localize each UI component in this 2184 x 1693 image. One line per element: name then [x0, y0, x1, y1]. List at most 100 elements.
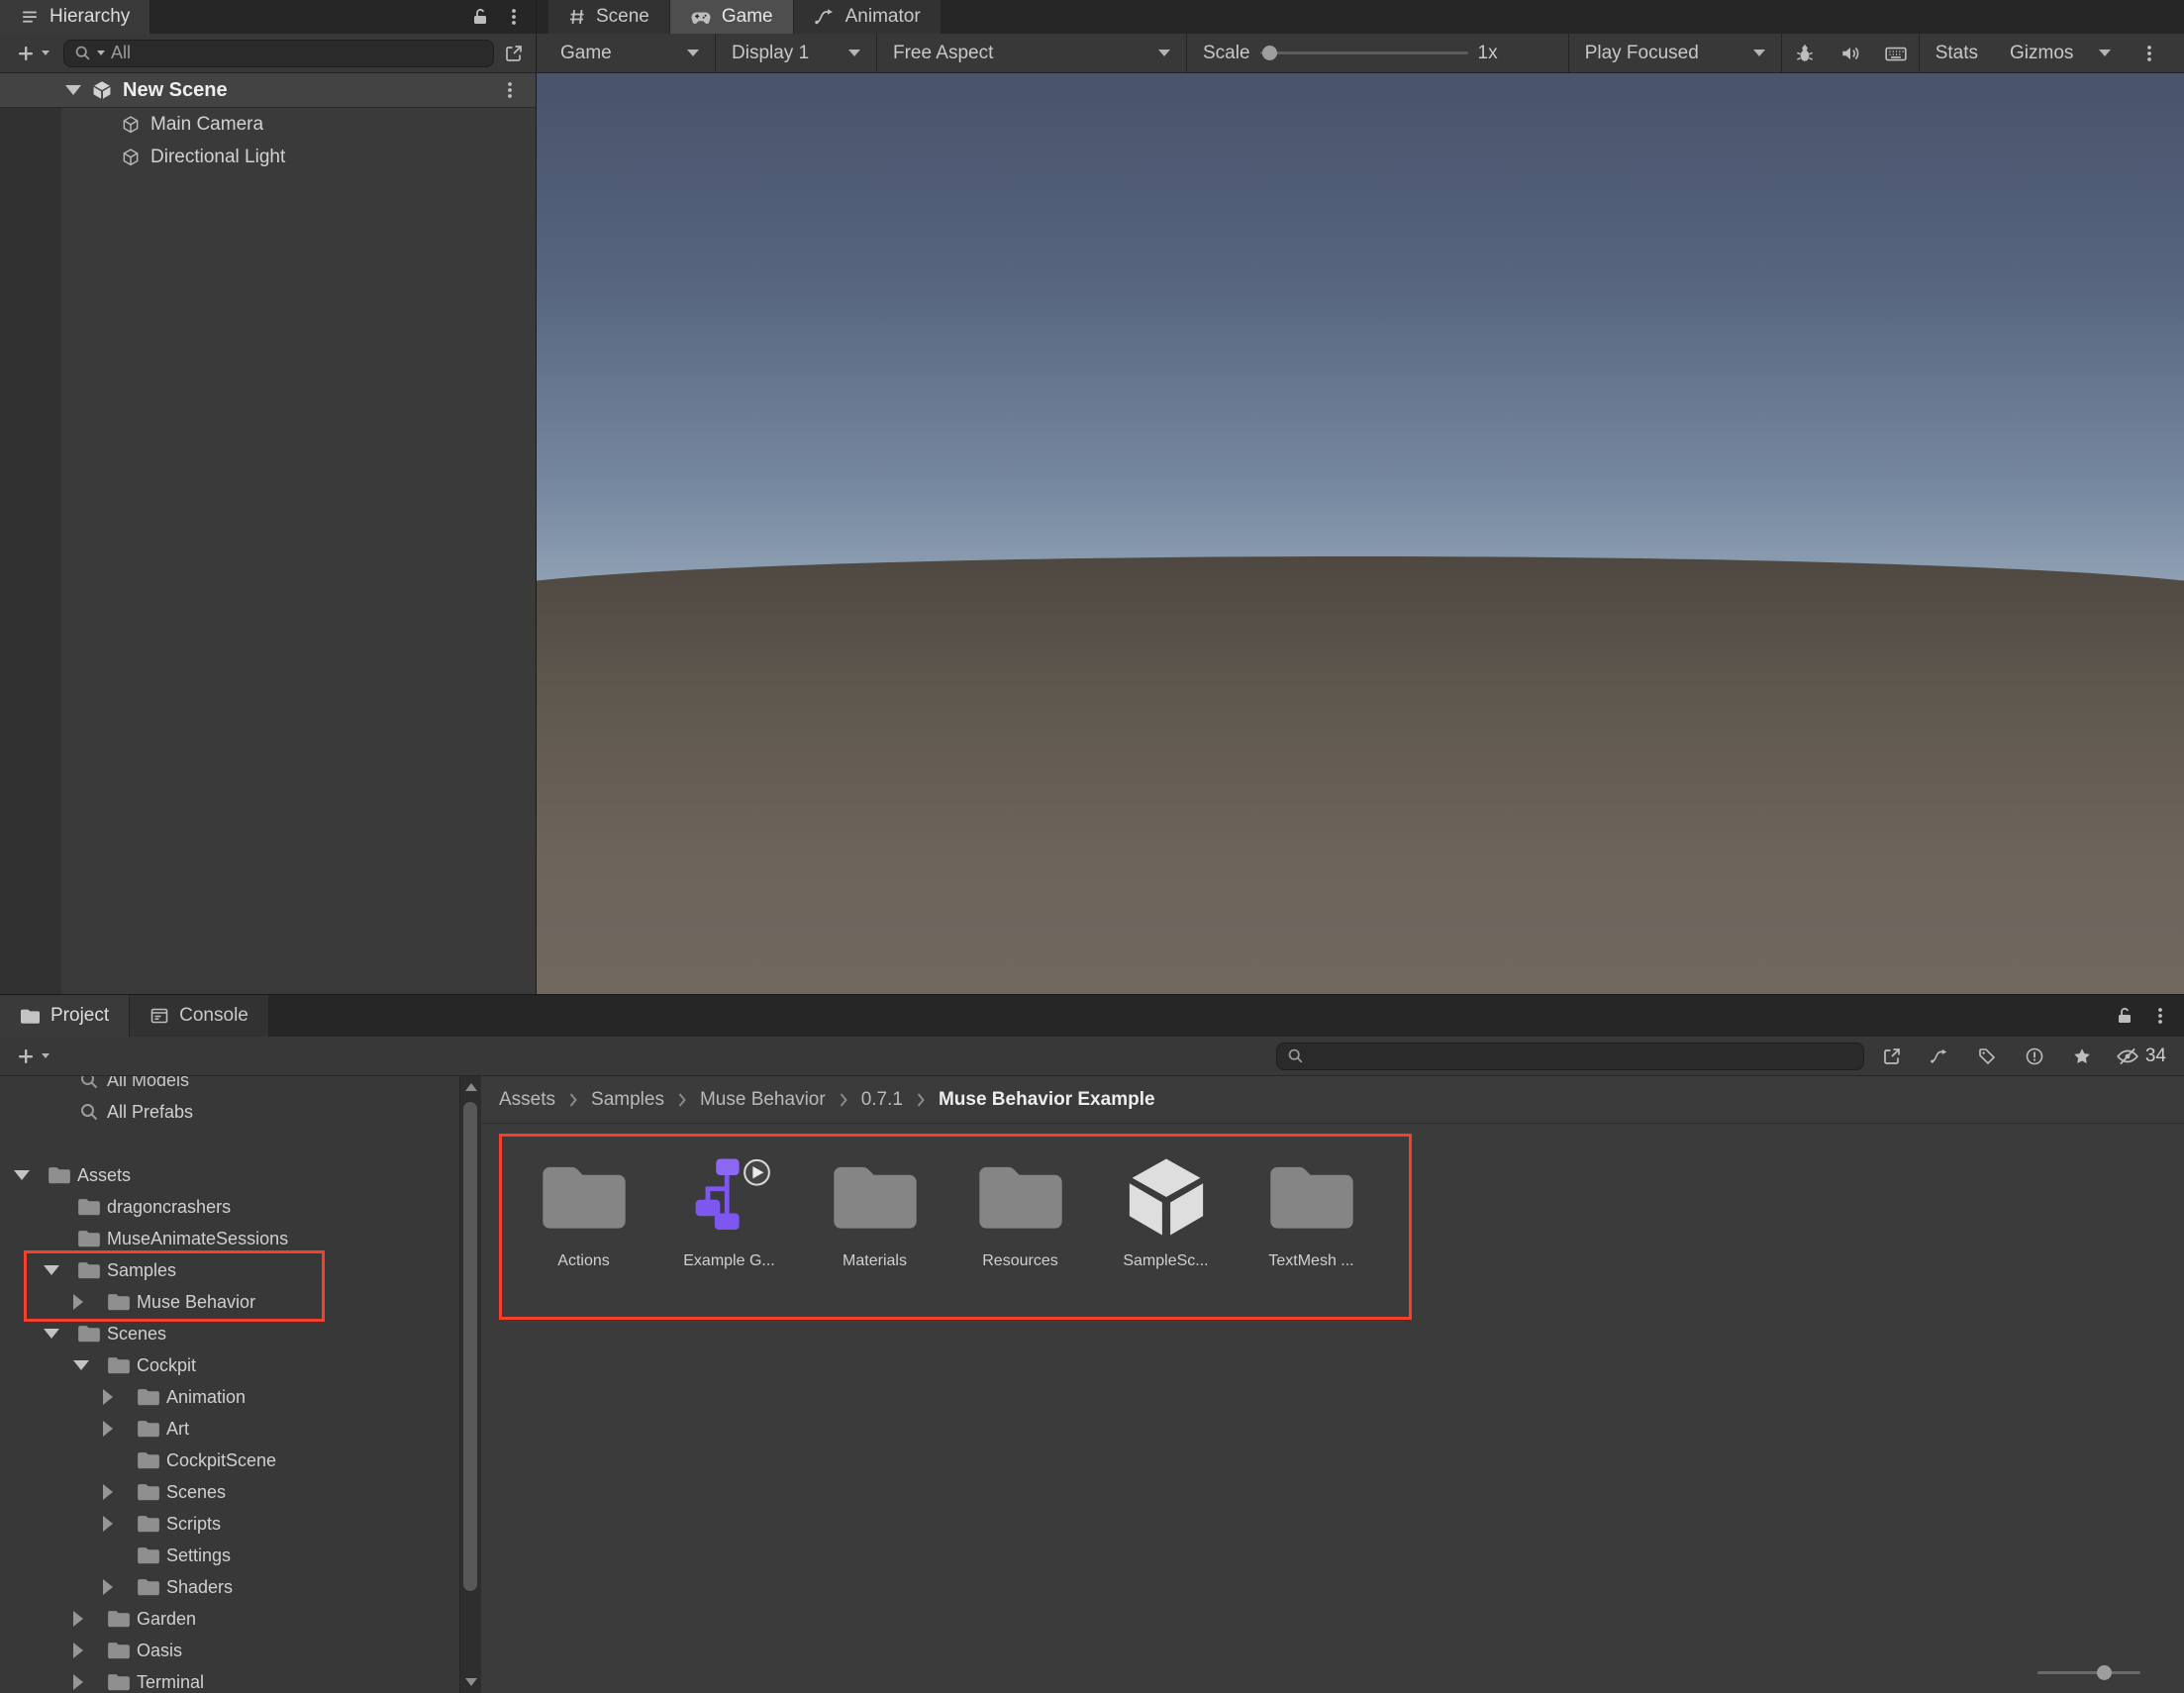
- chevron-down-icon: [2099, 50, 2111, 56]
- aspect-ratio-dropdown[interactable]: Free Aspect: [877, 34, 1186, 73]
- foldout-collapsed-icon[interactable]: [73, 1643, 83, 1658]
- foldout-expanded-icon[interactable]: [65, 85, 81, 95]
- hierarchy-panel: New Scene Main Camera Directional Light: [0, 73, 537, 994]
- tab-project[interactable]: Project: [0, 995, 131, 1037]
- tab-console-label: Console: [179, 1005, 248, 1026]
- search-by-label-button[interactable]: [1967, 1037, 2007, 1076]
- breadcrumb-version[interactable]: 0.7.1: [861, 1089, 903, 1111]
- debug-bug-button[interactable]: [1782, 34, 1828, 73]
- play-focused-dropdown[interactable]: Play Focused: [1569, 34, 1781, 73]
- search-by-import-button[interactable]: [1920, 1037, 1959, 1076]
- tree-item-cockpit[interactable]: Cockpit: [0, 1349, 459, 1381]
- tree-item-assets[interactable]: Assets: [0, 1159, 459, 1191]
- favorites-button[interactable]: [2062, 1037, 2102, 1076]
- tab-hierarchy-label: Hierarchy: [50, 6, 131, 27]
- tree-item-shaders[interactable]: Shaders: [0, 1571, 459, 1603]
- hierarchy-add-button[interactable]: [12, 44, 53, 63]
- hierarchy-search-input[interactable]: [111, 43, 483, 63]
- hierarchy-item-directional-light[interactable]: Directional Light: [0, 141, 536, 173]
- tree-item-all-models[interactable]: All Models: [0, 1076, 459, 1096]
- foldout-collapsed-icon[interactable]: [103, 1484, 113, 1500]
- foldout-expanded-icon[interactable]: [73, 1360, 89, 1370]
- hierarchy-item-main-camera[interactable]: Main Camera: [0, 108, 536, 141]
- display-dropdown[interactable]: Display 1: [716, 34, 876, 73]
- icon-size-slider-knob[interactable]: [2097, 1665, 2112, 1680]
- search-by-type-button[interactable]: [2015, 1037, 2054, 1076]
- tree-item-scripts[interactable]: Scripts: [0, 1508, 459, 1540]
- tree-item-animation[interactable]: Animation: [0, 1381, 459, 1413]
- tree-item-all-prefabs[interactable]: All Prefabs: [0, 1096, 459, 1128]
- hidden-items-toggle[interactable]: 34: [2110, 1046, 2172, 1067]
- scroll-up-icon[interactable]: [465, 1083, 477, 1091]
- tree-item-label: Scenes: [107, 1323, 167, 1344]
- lock-icon[interactable]: [2115, 1006, 2134, 1026]
- hierarchy-scene-row[interactable]: New Scene: [0, 73, 536, 108]
- lock-icon[interactable]: [470, 7, 490, 27]
- tree-item-scenes-sub[interactable]: Scenes: [0, 1476, 459, 1508]
- search-filter-chevron-icon[interactable]: [97, 50, 105, 55]
- grid-item-example-graph[interactable]: Example G...: [663, 1150, 795, 1270]
- tree-item-oasis[interactable]: Oasis: [0, 1635, 459, 1666]
- project-search-input[interactable]: [1309, 1046, 1853, 1066]
- mute-audio-button[interactable]: [1828, 34, 1873, 73]
- foldout-collapsed-icon[interactable]: [103, 1389, 113, 1405]
- game-viewport[interactable]: [537, 73, 2184, 994]
- tree-item-art[interactable]: Art: [0, 1413, 459, 1444]
- breadcrumb-assets[interactable]: Assets: [499, 1089, 555, 1111]
- kebab-menu-icon[interactable]: [2150, 1006, 2170, 1026]
- tab-scene[interactable]: Scene: [548, 0, 670, 34]
- grid-item-materials[interactable]: Materials: [809, 1150, 941, 1270]
- tree-item-cockpitscene[interactable]: CockpitScene: [0, 1444, 459, 1476]
- foldout-collapsed-icon[interactable]: [103, 1579, 113, 1595]
- project-search-field[interactable]: [1275, 1042, 1864, 1070]
- project-add-button[interactable]: [12, 1046, 53, 1066]
- gamepad-icon: [690, 7, 712, 27]
- stats-button[interactable]: Stats: [1920, 34, 1994, 73]
- icon-size-slider[interactable]: [2037, 1663, 2140, 1681]
- game-view-toolbar: Game Display 1 Free Aspect Scale 1x Play…: [537, 33, 2184, 73]
- foldout-collapsed-icon[interactable]: [73, 1611, 83, 1627]
- open-in-window-icon[interactable]: [504, 44, 524, 63]
- tab-game[interactable]: Game: [669, 0, 794, 34]
- folder-icon: [77, 1324, 101, 1344]
- tree-item-settings[interactable]: Settings: [0, 1540, 459, 1571]
- scale-slider-knob[interactable]: [1261, 46, 1277, 60]
- grid-item-samplescene[interactable]: SampleSc...: [1100, 1150, 1232, 1270]
- open-search-window-button[interactable]: [1872, 1037, 1912, 1076]
- foldout-collapsed-icon[interactable]: [103, 1516, 113, 1532]
- tab-hierarchy[interactable]: Hierarchy: [0, 0, 151, 34]
- scale-slider[interactable]: [1259, 45, 1468, 61]
- tree-item-dragoncrashers[interactable]: dragoncrashers: [0, 1191, 459, 1223]
- grid-item-resources[interactable]: Resources: [954, 1150, 1086, 1270]
- tree-item-muse-behavior[interactable]: Muse Behavior: [0, 1286, 459, 1318]
- game-target-dropdown[interactable]: Game: [545, 34, 715, 73]
- eye-slash-icon: [2116, 1046, 2139, 1067]
- foldout-expanded-icon[interactable]: [44, 1329, 59, 1339]
- foldout-expanded-icon[interactable]: [14, 1170, 30, 1180]
- tree-item-garden[interactable]: Garden: [0, 1603, 459, 1635]
- scrollbar-thumb[interactable]: [463, 1102, 477, 1591]
- kebab-menu-icon[interactable]: [504, 7, 524, 27]
- game-view-menu-button[interactable]: [2127, 34, 2172, 73]
- breadcrumb-samples[interactable]: Samples: [591, 1089, 664, 1111]
- foldout-collapsed-icon[interactable]: [73, 1674, 83, 1690]
- hierarchy-search-field[interactable]: [63, 39, 494, 67]
- tree-scrollbar[interactable]: [459, 1076, 481, 1693]
- tree-item-scenes[interactable]: Scenes: [0, 1318, 459, 1349]
- tab-animator[interactable]: Animator: [793, 0, 942, 34]
- tree-item-samples[interactable]: Samples: [0, 1254, 459, 1286]
- gizmos-dropdown[interactable]: Gizmos: [1994, 34, 2127, 73]
- breadcrumb-muse-behavior-example[interactable]: Muse Behavior Example: [939, 1089, 1155, 1111]
- keyboard-input-button[interactable]: [1873, 34, 1919, 73]
- tab-console[interactable]: Console: [130, 995, 269, 1037]
- grid-item-textmesh[interactable]: TextMesh ...: [1245, 1150, 1377, 1270]
- kebab-menu-icon[interactable]: [500, 80, 520, 100]
- foldout-collapsed-icon[interactable]: [103, 1421, 113, 1437]
- foldout-expanded-icon[interactable]: [44, 1265, 59, 1275]
- tree-item-museanimatesessions[interactable]: MuseAnimateSessions: [0, 1223, 459, 1254]
- grid-item-actions[interactable]: Actions: [518, 1150, 649, 1270]
- scroll-down-icon[interactable]: [465, 1678, 477, 1686]
- tree-item-terminal[interactable]: Terminal: [0, 1666, 459, 1693]
- breadcrumb-muse-behavior[interactable]: Muse Behavior: [700, 1089, 826, 1111]
- foldout-collapsed-icon[interactable]: [73, 1294, 83, 1310]
